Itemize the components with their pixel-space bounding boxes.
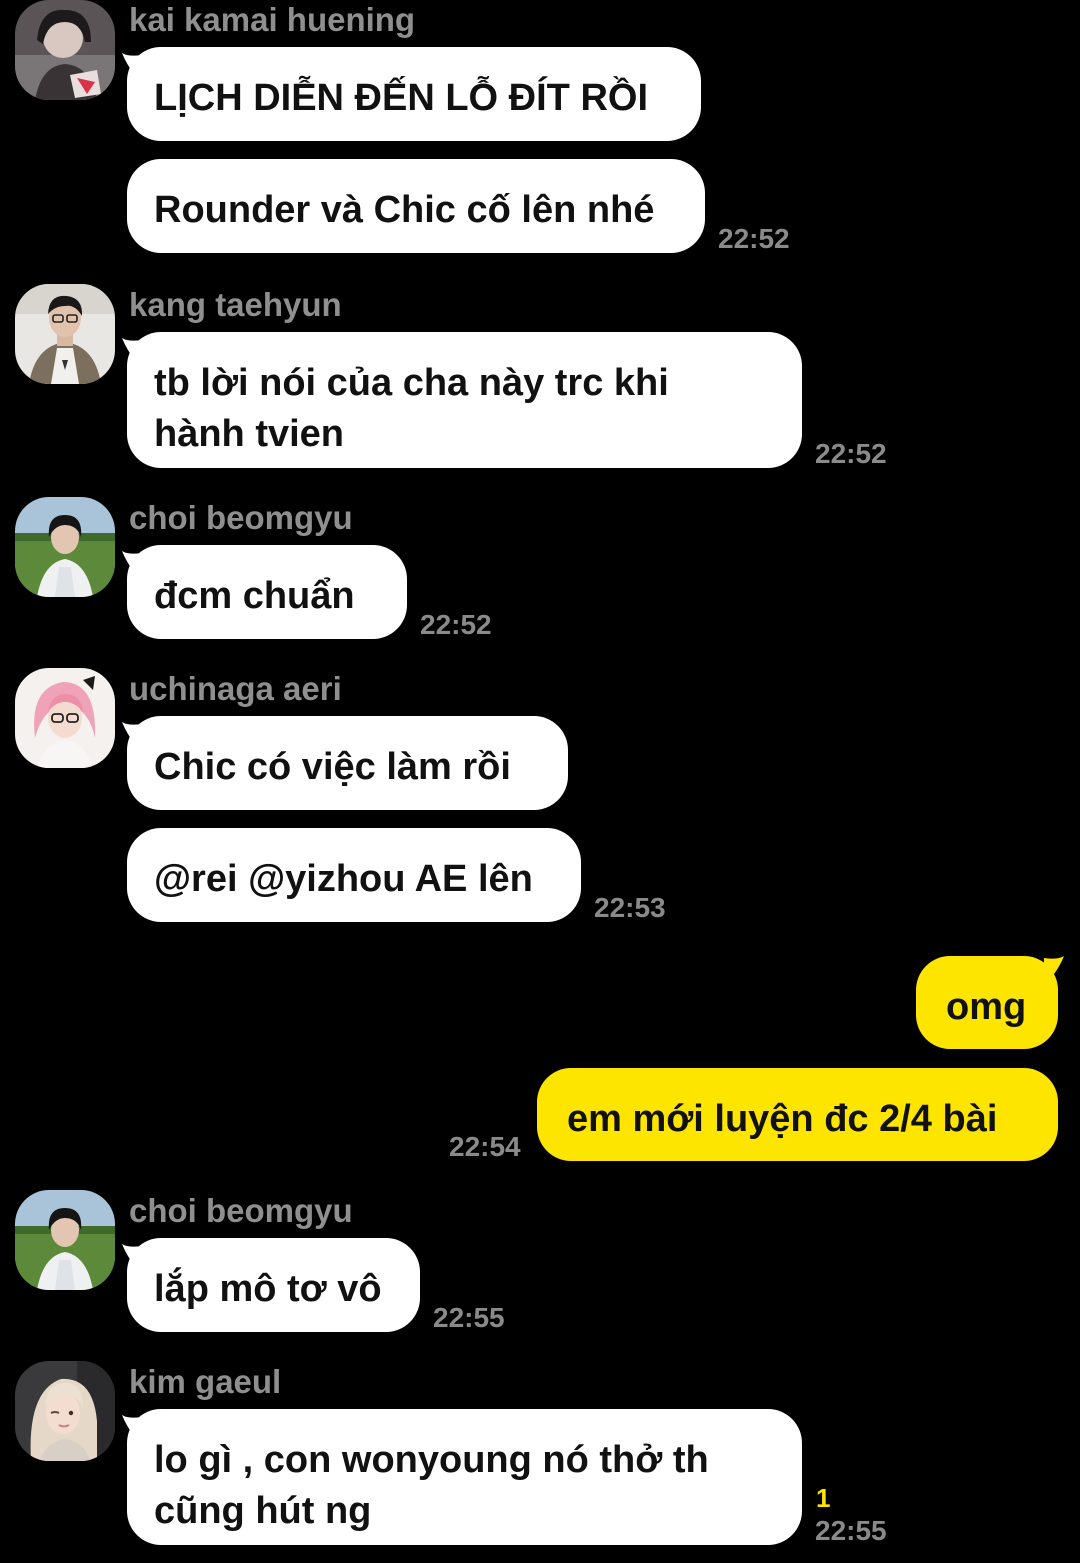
message-time: 22:54: [449, 1131, 521, 1162]
message-time: 22:52: [815, 438, 887, 469]
sender-name: uchinaga aeri: [129, 670, 342, 707]
message-text: lắp mô tơ vô: [154, 1268, 382, 1310]
message-bubble[interactable]: @rei @yizhou AE lên: [127, 828, 581, 922]
message-bubble[interactable]: Rounder và Chic cố lên nhé: [127, 159, 705, 253]
message-bubble-outgoing[interactable]: em mới luyện đc 2/4 bài: [537, 1068, 1058, 1161]
avatar-kai[interactable]: [15, 0, 115, 100]
message-time: 22:52: [718, 223, 790, 254]
message-time: 22:55: [815, 1515, 887, 1546]
message-bubble[interactable]: lắp mô tơ vô: [127, 1238, 420, 1332]
message-text: em mới luyện đc 2/4 bài: [567, 1098, 998, 1140]
avatar-gaeul[interactable]: [15, 1361, 115, 1461]
sender-name: choi beomgyu: [129, 1192, 353, 1229]
sender-name: choi beomgyu: [129, 499, 353, 536]
message-time: 22:53: [594, 892, 666, 923]
sender-name: kim gaeul: [129, 1363, 282, 1400]
message-text: omg: [946, 986, 1027, 1028]
message-bubble[interactable]: LỊCH DIỄN ĐẾN LỖ ĐÍT RỒI: [127, 47, 701, 141]
message-time: 22:55: [433, 1302, 505, 1333]
message-time: 22:52: [420, 609, 492, 640]
unread-count: 1: [816, 1483, 831, 1513]
avatar-aeri-icon: [15, 668, 115, 768]
avatar-beomgyu-icon: [15, 1190, 115, 1290]
avatar-beomgyu[interactable]: [15, 1190, 115, 1290]
message-text-line: lo gì , con wonyoung nó thở th: [154, 1439, 709, 1481]
message-text-line: hành tvien: [154, 413, 345, 455]
message-text-line: cũng hút ng: [154, 1490, 372, 1532]
avatar-kai-icon: [15, 0, 115, 100]
message-bubble[interactable]: tb lời nói của cha này trc khi hành tvie…: [127, 332, 802, 468]
message-text: Rounder và Chic cố lên nhé: [154, 189, 655, 231]
message-bubble[interactable]: Chic có việc làm rồi: [127, 716, 568, 810]
message-text-line: tb lời nói của cha này trc khi: [154, 362, 669, 404]
avatar-beomgyu-icon: [15, 497, 115, 597]
avatar-aeri[interactable]: [15, 668, 115, 768]
message-text: đcm chuẩn: [154, 575, 355, 617]
avatar-beomgyu[interactable]: [15, 497, 115, 597]
message-text: LỊCH DIỄN ĐẾN LỖ ĐÍT RỒI: [154, 77, 648, 119]
chat-room: kai kamai huening LỊCH DIỄN ĐẾN LỖ ĐÍT R…: [0, 0, 1080, 1563]
message-text: Chic có việc làm rồi: [154, 746, 511, 788]
avatar-taehyun-icon: [15, 284, 115, 384]
message-bubble[interactable]: lo gì , con wonyoung nó thở th cũng hút …: [127, 1409, 802, 1545]
message-bubble-outgoing[interactable]: omg: [916, 956, 1058, 1049]
message-bubble[interactable]: đcm chuẩn: [127, 545, 407, 639]
sender-name: kai kamai huening: [129, 1, 416, 38]
avatar-taehyun[interactable]: [15, 284, 115, 384]
avatar-gaeul-icon: [15, 1361, 115, 1461]
message-text: @rei @yizhou AE lên: [154, 858, 533, 900]
sender-name: kang taehyun: [129, 286, 342, 323]
